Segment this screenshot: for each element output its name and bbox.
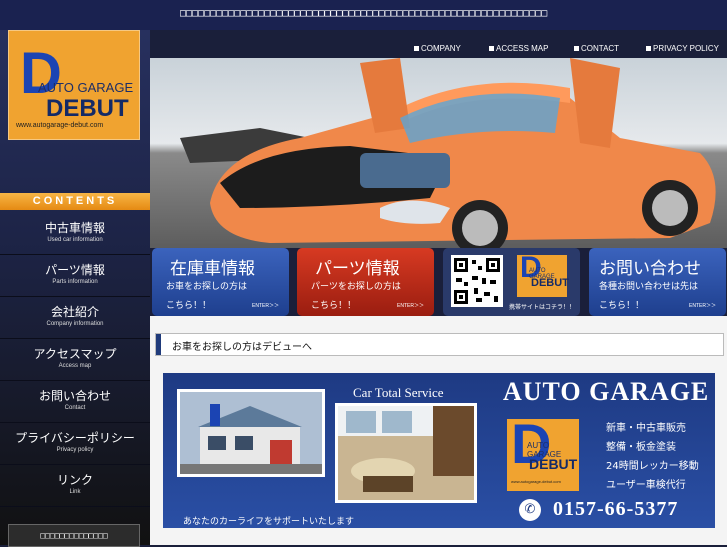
service-item: 整備・板金塗装 (606, 442, 676, 453)
banner-text: 各種お問い合わせは先は (599, 282, 699, 292)
nav-label: プライバシーポリシー (15, 431, 135, 445)
nav-used-cars[interactable]: 中古車情報 Used car information (0, 212, 150, 255)
mobile-logo: D AUTO GARAGE DEBUT (517, 251, 569, 297)
support-tagline: あなたのカーライフをサポートいたします (183, 517, 355, 527)
nav-access-map[interactable]: アクセスマップ Access map (0, 338, 150, 381)
banner-text: こちら！！ (599, 301, 645, 311)
logo-name: AUTO GARAGE (38, 80, 134, 95)
logo-url: www.autogarage-debut.com (16, 122, 104, 129)
banner-title: お問い合わせ (599, 259, 701, 279)
nav-label: パーツ情報 (45, 263, 105, 277)
heading-marker (156, 334, 161, 355)
header-link-label: COMPANY (421, 44, 461, 53)
banner-enter: ENTER＞＞ (689, 303, 716, 309)
nav-links[interactable]: リンク Link (0, 464, 150, 507)
banner-title: 在庫車情報 (170, 259, 255, 279)
nav-parts[interactable]: パーツ情報 Parts information (0, 254, 150, 297)
bullet-icon (646, 46, 651, 52)
orange-sports-car-illustration (150, 58, 727, 248)
nav-sublabel: Access map (58, 363, 92, 369)
nav-sublabel: Privacy policy (56, 447, 94, 453)
left-side-box[interactable]: □□□□□□□□□□□□□□ (8, 524, 140, 547)
hero-car-image (150, 58, 727, 248)
banner-title: パーツ情報 (315, 259, 400, 279)
banner-parts[interactable]: パーツ情報 パーツをお探しの方は こちら！！ ENTER＞＞ (297, 248, 434, 316)
mobile-label: 携帯サイトはコチラ！！ (509, 304, 576, 311)
banner-mobile-site[interactable]: D AUTO GARAGE DEBUT 携帯サイトはコチラ！！ (443, 248, 580, 316)
header-link-label: CONTACT (581, 44, 620, 53)
nav-contact[interactable]: お問い合わせ Contact (0, 380, 150, 423)
service-item: 24時間レッカー移動 (606, 461, 699, 472)
nav-sublabel: Company information (46, 321, 104, 327)
nav-label: お問い合わせ (38, 389, 111, 403)
bullet-icon (489, 46, 494, 52)
nav-sublabel: Used car information (47, 237, 103, 243)
garage-promo-banner: Car Total Service AUTO GARAGE D AUTO GAR… (163, 373, 715, 528)
nav-privacy[interactable]: プライバシーポリシー Privacy policy (0, 422, 150, 465)
phone-number: 0157-66-5377 (553, 498, 679, 520)
section-title: お車をお探しの方はデビューへ (172, 342, 312, 353)
header-link-contact[interactable]: CONTACT (574, 44, 619, 53)
nav-sublabel: Link (69, 489, 81, 495)
header-link-access-map[interactable]: ACCESS MAP (489, 44, 548, 53)
bullet-icon (414, 46, 419, 52)
nav-label: リンク (56, 473, 93, 487)
header-link-label: PRIVACY POLICY (653, 44, 719, 53)
logo-brand: DEBUT (529, 456, 578, 472)
service-item: 新車・中古車販売 (606, 423, 686, 434)
banner-stock-cars[interactable]: 在庫車情報 お車をお探しの方は こちら！！ ENTER＞＞ (152, 248, 289, 316)
logo-url: www.autogarage-debut.com (511, 479, 561, 484)
banner-logo: D AUTO GARAGE DEBUT www.autogarage-debut… (507, 412, 579, 491)
banner-contact[interactable]: お問い合わせ 各種お問い合わせは先は こちら！！ ENTER＞＞ (589, 248, 726, 316)
phone-icon: ✆ (519, 499, 541, 521)
nav-label: 会社紹介 (50, 305, 99, 319)
header-link-privacy[interactable]: PRIVACY POLICY (646, 44, 719, 53)
banner-enter: ENTER＞＞ (397, 303, 424, 309)
nav-label: アクセスマップ (33, 347, 117, 361)
bullet-icon (574, 46, 579, 52)
header-link-label: ACCESS MAP (496, 44, 549, 53)
banner-text: こちら！！ (311, 301, 357, 311)
banner-enter: ENTER＞＞ (252, 303, 279, 309)
nav-company[interactable]: 会社紹介 Company information (0, 296, 150, 339)
service-item: ユーザー車検代行 (606, 480, 686, 491)
section-heading: お車をお探しの方はデビューへ (155, 333, 724, 356)
site-tagline: □□□□□□□□□□□□□□□□□□□□□□□□□□□□□□□□□□□□□□□□… (180, 8, 548, 19)
header-link-company[interactable]: COMPANY (414, 44, 461, 53)
banner-text: こちら！！ (166, 301, 212, 311)
nav-sublabel: Parts information (52, 279, 98, 285)
logo-brand: DEBUT (531, 277, 569, 289)
brand-heading: AUTO GARAGE (503, 377, 710, 406)
shop-exterior-photo (177, 389, 325, 477)
logo-brand: DEBUT (46, 95, 129, 122)
service-heading: Car Total Service (353, 385, 444, 400)
contents-heading: CONTENTS (0, 193, 150, 210)
nav-sublabel: Contact (64, 405, 86, 411)
shop-interior-photo (335, 403, 477, 503)
qr-code-icon (451, 255, 503, 307)
banner-text: お車をお探しの方は (166, 282, 248, 292)
banner-text: パーツをお探しの方は (311, 282, 401, 292)
nav-label: 中古車情報 (44, 221, 105, 235)
